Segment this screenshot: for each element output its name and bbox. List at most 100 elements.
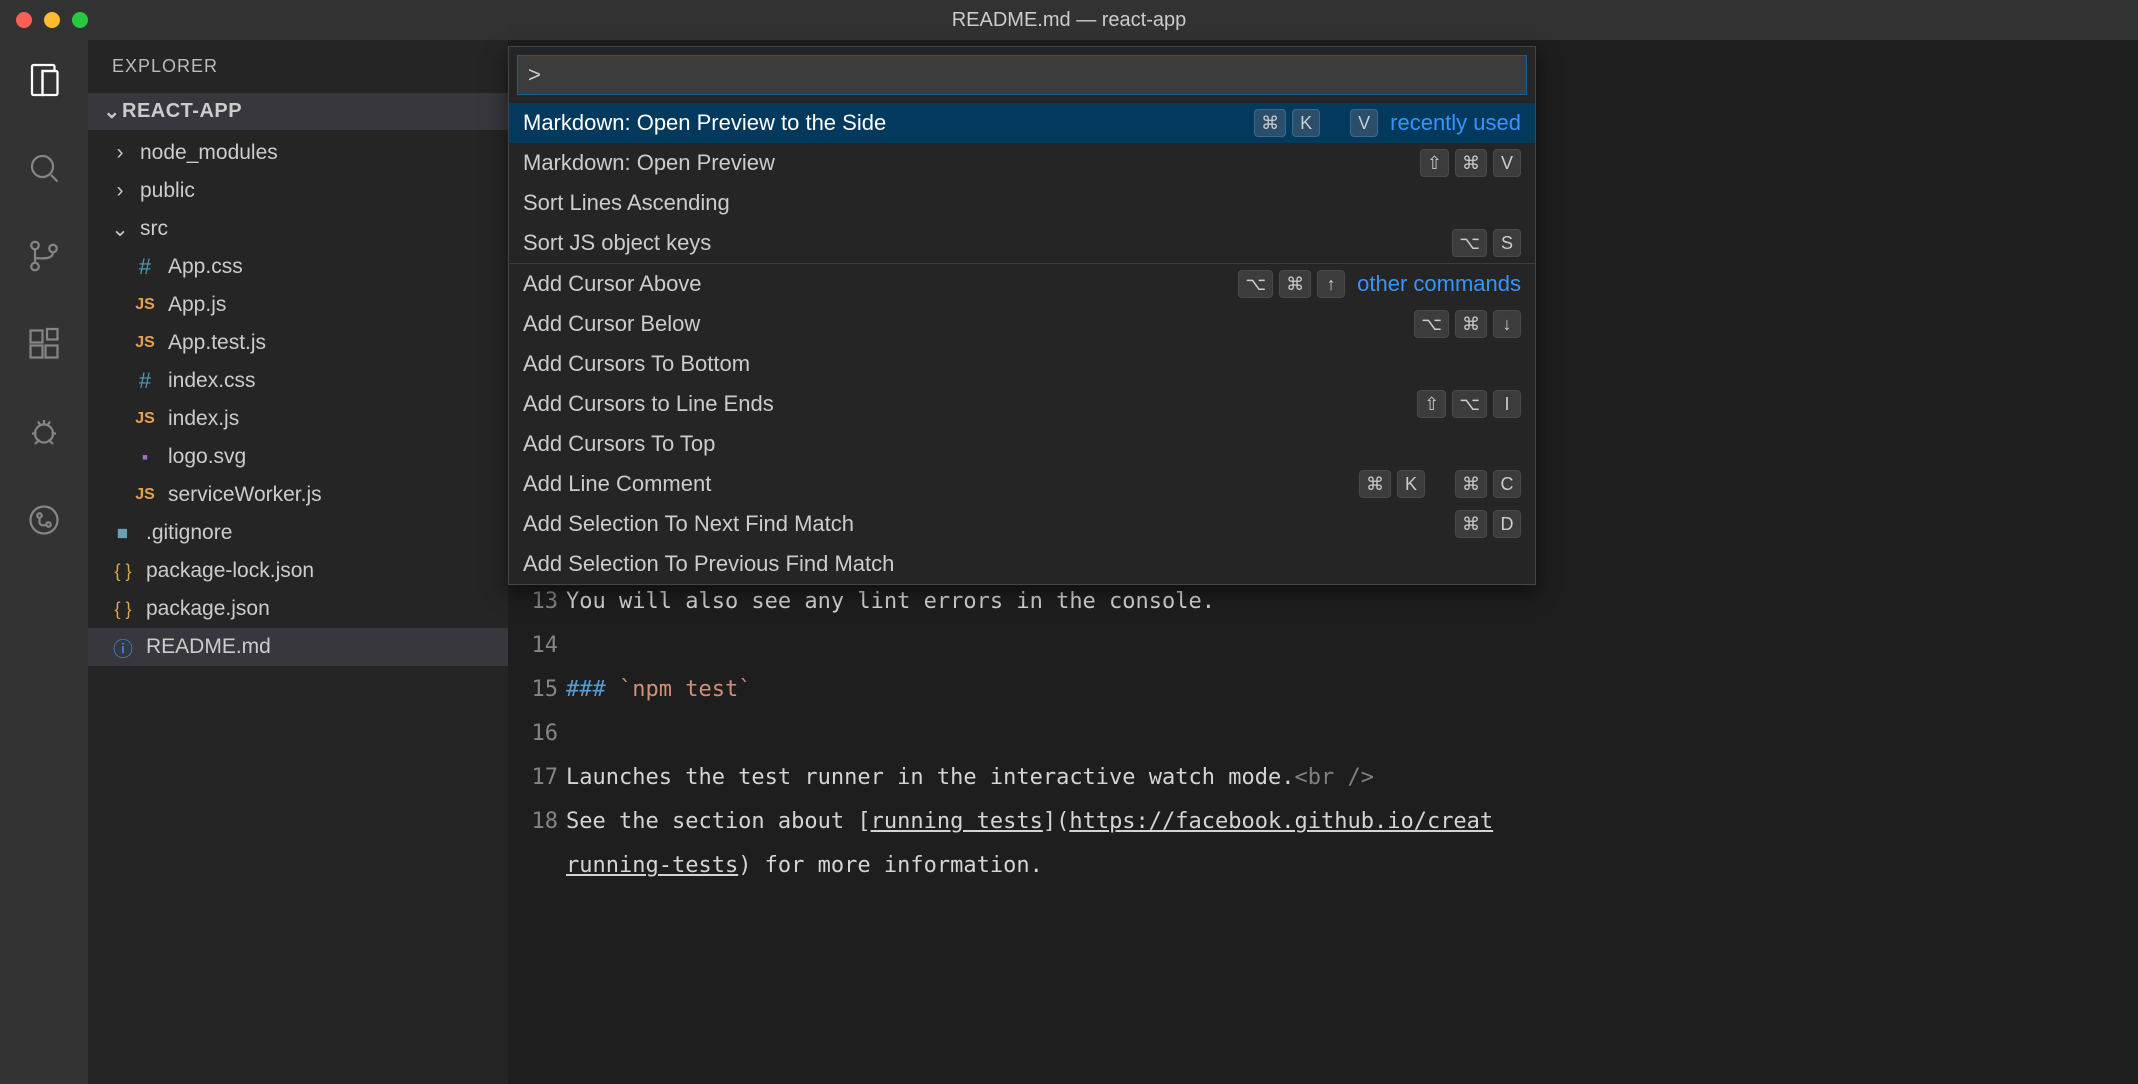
command-palette-item[interactable]: Sort Lines Ascending [509,183,1535,223]
explorer-sidebar: EXPLORER ⌄ REACT-APP › node_modules ›publi… [88,40,508,1084]
minimize-window-button[interactable] [44,12,60,28]
command-palette-item[interactable]: Add Cursor Below ⌥⌘↓ [509,304,1535,344]
key: ⌘ [1254,109,1286,137]
js-file-icon: JS [132,334,158,352]
command-label: Add Cursors To Bottom [523,351,750,377]
command-label: Markdown: Open Preview [523,150,775,176]
file-label: logo.svg [168,445,246,469]
key: V [1493,149,1521,177]
file-item[interactable]: ▪ logo.svg [88,438,508,476]
info-file-icon: ⓘ [110,633,136,662]
command-label: Add Selection To Previous Find Match [523,551,894,577]
command-label: Add Cursor Below [523,311,700,337]
keybinding: ⌥⌘↓ [1414,310,1521,338]
file-label: App.css [168,255,243,279]
file-label: .gitignore [146,521,232,545]
folder-header[interactable]: ⌄ REACT-APP [88,93,508,130]
git-icon[interactable] [24,500,64,540]
group-label: recently used [1390,110,1521,136]
file-item[interactable]: #index.css [88,362,508,400]
json-file-icon: { } [110,561,136,582]
explorer-header: EXPLORER [88,40,508,93]
keybinding: ⌘K V [1254,109,1378,137]
extensions-icon[interactable] [24,324,64,364]
key: K [1397,470,1425,498]
command-palette-item[interactable]: Add Cursors To Top [509,424,1535,464]
folder-item[interactable]: › node_modules [88,134,508,172]
command-palette-input[interactable] [517,55,1527,95]
window-title: README.md — react-app [952,9,1187,32]
keybinding: ⌥⌘↑ [1238,270,1345,298]
command-palette-item[interactable]: Add Line Comment ⌘K⌘C [509,464,1535,504]
key: ⇧ [1417,390,1446,418]
json-file-icon: { } [110,599,136,620]
js-file-icon: JS [132,486,158,504]
command-palette-item[interactable]: Add Cursors To Bottom [509,344,1535,384]
command-label: Add Cursors To Top [523,431,715,457]
command-label: Markdown: Open Preview to the Side [523,110,886,136]
traffic-lights [0,12,88,28]
command-palette-item[interactable]: Add Cursors to Line Ends ⇧⌥I [509,384,1535,424]
zoom-window-button[interactable] [72,12,88,28]
editor-content[interactable]: You will also see any lint errors in the… [566,580,1493,888]
key: ↑ [1317,270,1345,298]
search-icon[interactable] [24,148,64,188]
hash-file-icon: # [132,254,158,280]
file-item[interactable]: { } package-lock.json [88,552,508,590]
img-file-icon: ▪ [132,447,158,468]
command-label: Sort Lines Ascending [523,190,730,216]
hash-file-icon: # [132,368,158,394]
git-file-icon: ◆ [107,517,140,550]
command-palette-item[interactable]: Add Selection To Previous Find Match [509,544,1535,584]
file-item[interactable]: # App.css [88,248,508,286]
command-palette-item[interactable]: Add Cursor Above⌥⌘↑other commands [509,264,1535,304]
command-label: Add Line Comment [523,471,711,497]
file-item[interactable]: { }package.json [88,590,508,628]
command-label: Add Cursors to Line Ends [523,391,774,417]
command-label: Sort JS object keys [523,230,711,256]
activity-bar [0,40,88,1084]
source-control-icon[interactable] [24,236,64,276]
file-item[interactable]: JSserviceWorker.js [88,476,508,514]
explorer-icon[interactable] [24,60,64,100]
command-palette-item[interactable]: Add Selection To Next Find Match⌘D [509,504,1535,544]
key: ⌥ [1414,310,1449,338]
folder-name: REACT-APP [122,100,242,123]
key: ⌘ [1455,470,1487,498]
keybinding: ⇧⌥I [1417,390,1521,418]
file-label: package-lock.json [146,559,314,583]
keybinding: ⌥S [1452,229,1521,257]
key: ⌘ [1279,270,1311,298]
key: ⌥ [1238,270,1273,298]
editor-area[interactable]: Markdown: Open Preview to the Side⌘KVrec… [508,40,2138,1084]
command-palette-item[interactable]: Sort JS object keys ⌥S [509,223,1535,263]
command-palette-item[interactable]: Markdown: Open Preview to the Side ⌘K Vrec… [509,103,1535,143]
file-label: App.js [168,293,226,317]
file-item[interactable]: JS App.js [88,286,508,324]
file-tree: › node_modules ›public⌄src # App.css JS App.js… [88,130,508,670]
debug-icon[interactable] [24,412,64,452]
key: ⌘ [1359,470,1391,498]
key: ⇧ [1420,149,1449,177]
folder-label: node_modules [140,141,278,165]
keybinding: ⌘K⌘C [1359,470,1521,498]
folder-item[interactable]: ›public [88,172,508,210]
close-window-button[interactable] [16,12,32,28]
file-item[interactable]: ⓘREADME.md [88,628,508,666]
folder-item[interactable]: ⌄src [88,210,508,248]
key: V [1350,109,1378,137]
js-file-icon: JS [132,296,158,314]
js-file-icon: JS [132,410,158,428]
key: ⌥ [1452,229,1487,257]
command-palette-item[interactable]: Markdown: Open Preview⇧⌘V [509,143,1535,183]
keybinding: ⌘D [1455,510,1521,538]
titlebar: README.md — react-app [0,0,2138,40]
key: ⌘ [1455,510,1487,538]
file-item[interactable]: JS App.test.js [88,324,508,362]
key: ↓ [1493,310,1521,338]
file-item[interactable]: ◆.gitignore [88,514,508,552]
file-label: App.test.js [168,331,266,355]
key: K [1292,109,1320,137]
file-item[interactable]: JSindex.js [88,400,508,438]
chevron-right-icon: › [110,141,130,165]
